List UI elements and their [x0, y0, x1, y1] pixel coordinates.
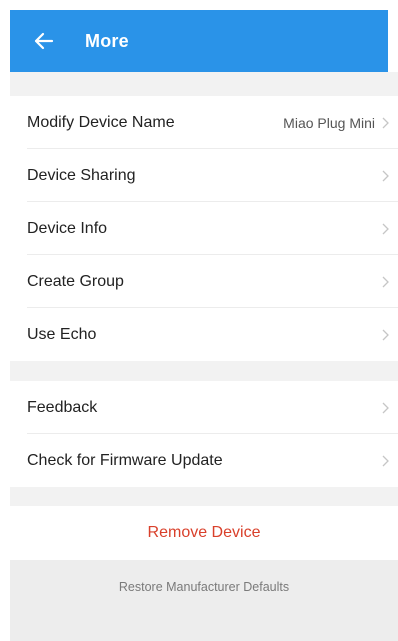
chevron-right-icon [381, 116, 390, 130]
settings-group-device: Modify Device Name Miao Plug Mini Device… [10, 96, 398, 361]
firmware-update-label: Check for Firmware Update [27, 451, 223, 469]
feedback-label: Feedback [27, 398, 98, 416]
footer-area: Restore Manufacturer Defaults [10, 560, 398, 641]
section-divider [10, 487, 398, 506]
chevron-right-icon [381, 454, 390, 468]
remove-device-label: Remove Device [147, 524, 261, 541]
device-info-row[interactable]: Device Info [10, 202, 398, 255]
modify-device-name-label: Modify Device Name [27, 113, 175, 131]
app-bar: More [10, 10, 388, 72]
modify-device-name-row[interactable]: Modify Device Name Miao Plug Mini [10, 96, 398, 149]
arrow-left-icon [34, 32, 54, 50]
create-group-label: Create Group [27, 272, 124, 290]
feedback-row[interactable]: Feedback [10, 381, 398, 434]
section-divider [10, 72, 398, 96]
back-button[interactable] [30, 27, 58, 55]
restore-defaults-link[interactable]: Restore Manufacturer Defaults [10, 580, 398, 594]
create-group-row[interactable]: Create Group [10, 255, 398, 308]
chevron-right-icon [381, 275, 390, 289]
firmware-update-row[interactable]: Check for Firmware Update [10, 434, 398, 487]
page-title: More [85, 30, 129, 51]
device-info-label: Device Info [27, 219, 108, 237]
section-divider [10, 361, 398, 381]
settings-group-support: Feedback Check for Firmware Update [10, 381, 398, 487]
device-name-value: Miao Plug Mini [283, 114, 375, 131]
remove-device-button[interactable]: Remove Device [10, 506, 398, 560]
chevron-right-icon [381, 222, 390, 236]
device-sharing-label: Device Sharing [27, 166, 136, 184]
chevron-right-icon [381, 328, 390, 342]
use-echo-row[interactable]: Use Echo [10, 308, 398, 361]
more-screen: More Modify Device Name Miao Plug Mini D… [0, 0, 398, 641]
chevron-right-icon [381, 401, 390, 415]
device-sharing-row[interactable]: Device Sharing [10, 149, 398, 202]
chevron-right-icon [381, 169, 390, 183]
use-echo-label: Use Echo [27, 325, 97, 343]
